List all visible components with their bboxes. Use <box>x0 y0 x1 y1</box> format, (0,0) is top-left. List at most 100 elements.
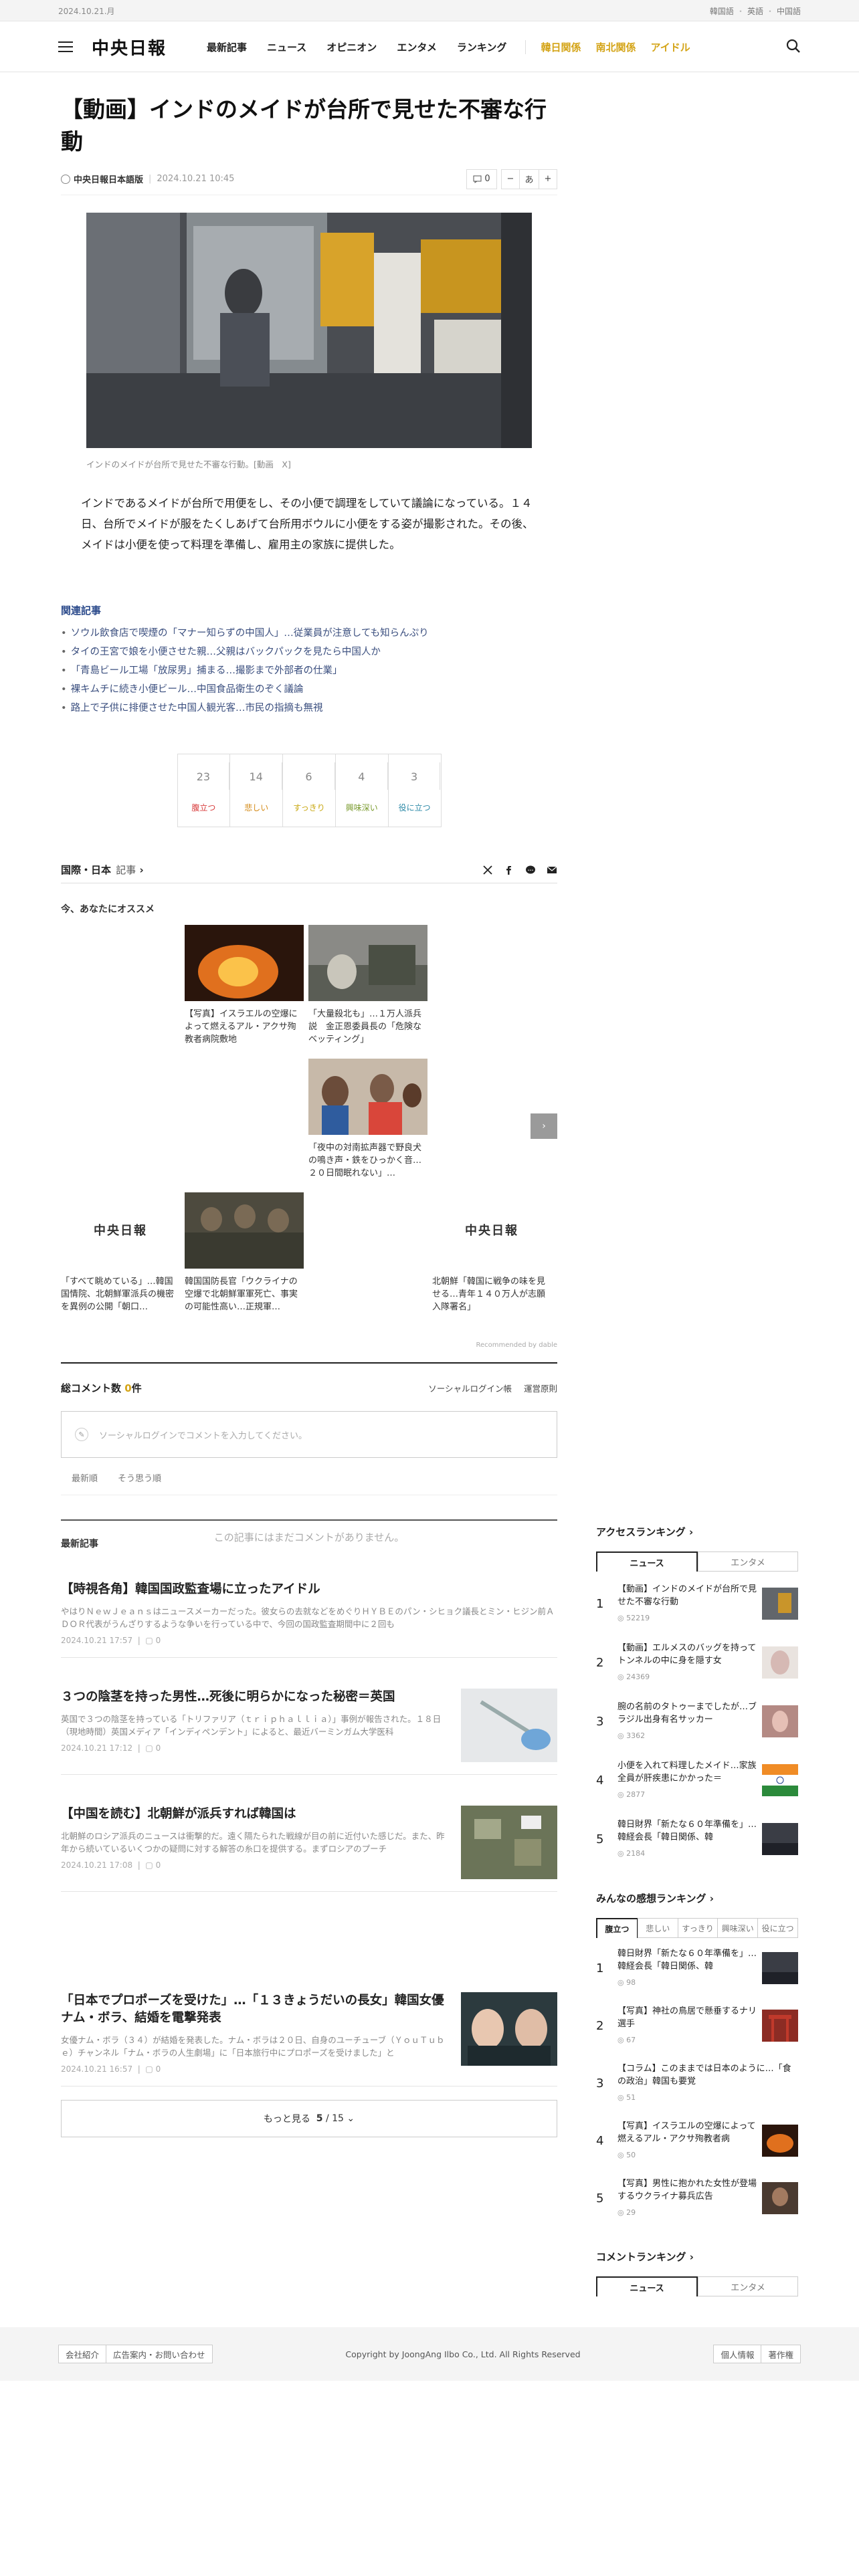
comment-count-button[interactable]: 0 <box>466 169 497 189</box>
access-ranking-heading[interactable]: アクセスランキング › <box>596 1525 798 1541</box>
emotion-ranking-tabs: 腹立つ 悲しい すっきり 興味深い 役に立つ <box>596 1918 798 1938</box>
reaction-helpful[interactable]: 3 役に立つ <box>389 754 441 827</box>
ranking-item[interactable]: 4 小便を入れて料理したメイド…家族全員が肝疾患にかかった＝ ◎ 2877 <box>596 1751 798 1810</box>
recommend-thumb <box>308 925 427 1001</box>
recommend-item[interactable]: 「大量殺北も」…１万人派兵説 金正恩委員長の「危険なベッティング」 <box>308 925 427 1046</box>
emotion-ranking-heading[interactable]: みんなの感想ランキング › <box>596 1891 798 1907</box>
copyright-policy-link[interactable]: 著作権 <box>761 2345 801 2363</box>
top-bar: 2024.10.21.月 韓国語・ 英語・ 中国語 <box>0 0 859 21</box>
ranking-item[interactable]: 4 【写真】イスラエルの空爆によって燃えるアル・アクサ殉教者病 ◎ 50 <box>596 2112 798 2169</box>
sort-newest[interactable]: 最新順 <box>72 1471 98 1484</box>
related-item[interactable]: タイの王宮で娘を小便させた親…父親はバックパックを見たら中国人か <box>61 643 557 661</box>
menu-icon[interactable] <box>58 41 73 52</box>
carousel-next-button[interactable]: › <box>531 1113 557 1139</box>
comment-ranking-heading[interactable]: コメントランキング › <box>596 2250 798 2266</box>
tab-news[interactable]: ニュース <box>596 1551 698 1572</box>
nav-ranking[interactable]: ランキング <box>457 40 507 54</box>
tab-news[interactable]: ニュース <box>596 2276 698 2296</box>
latest-item[interactable]: 「日本でプロポーズを受けた」…「１３きょうだいの長女」韓国女優ナム・ボラ、結婚を… <box>61 1892 557 2086</box>
nav-entertainment[interactable]: エンタメ <box>397 40 437 54</box>
nav-opinion[interactable]: オピニオン <box>326 40 377 54</box>
recommend-item[interactable]: 「夜中の対南拡声器で野良犬の鳴き声・鉄をひっかく音…２０日間眠れない」… <box>308 1059 427 1180</box>
tab-interesting[interactable]: 興味深い <box>717 1918 759 1938</box>
comment-icon <box>473 175 482 183</box>
ranking-item[interactable]: 2 【動画】エルメスのバッグを持ってトンネルの中に身を隠す女 ◎ 24369 <box>596 1633 798 1692</box>
font-decrease-button[interactable]: − <box>501 169 520 189</box>
privacy-link[interactable]: 個人情報 <box>713 2345 762 2363</box>
article: 【動画】インドのメイドが台所で見せた不審な行動 中央日報日本語版 | 2024.… <box>61 94 557 1582</box>
access-ranking-list: 1 【動画】インドのメイドが台所で見せた不審な行動 ◎ 52219 2 【動画】エルメ… <box>596 1574 798 1868</box>
email-share-icon[interactable] <box>547 865 557 875</box>
article-body: インドであるメイドが台所で用便をし、その小便で調理をしていて議論になっている。１… <box>81 497 534 551</box>
lang-chinese[interactable]: 中国語 <box>777 5 801 17</box>
tab-entertainment[interactable]: エンタメ <box>698 1551 798 1572</box>
related-item[interactable]: 裸キムチに続き小便ビール…中国食品衛生のぞく議論 <box>61 680 557 699</box>
font-increase-button[interactable]: + <box>539 169 557 189</box>
emotion-ranking-list: 1 韓日財界「新たな６０年準備を」…韓経会長「韓日関係、韓 ◎ 98 2 【写真】神社… <box>596 1939 798 2227</box>
share-buttons: ••• <box>482 865 557 875</box>
recommend-item[interactable]: 中央日報 「すべて眺めている」…韓国国情院、北朝鮮軍派兵の機密を異例の公開「朝口… <box>61 1192 180 1313</box>
line-share-icon[interactable]: ••• <box>525 865 536 875</box>
lang-korean[interactable]: 韓国語 <box>710 5 734 17</box>
related-item[interactable]: 路上で子供に排便させた中国人観光客…市民の指摘も無視 <box>61 699 557 718</box>
latest-item[interactable]: 【中国を読む】北朝鮮が派兵すれば韓国は 北朝鮮のロシア派兵のニュースは衝撃的だ。… <box>61 1775 557 1892</box>
ranking-item[interactable]: 1 【動画】インドのメイドが台所で見せた不審な行動 ◎ 52219 <box>596 1574 798 1633</box>
reaction-angry[interactable]: 23 腹立つ <box>178 754 231 827</box>
nav-idol[interactable]: アイドル <box>650 40 690 54</box>
ranking-item[interactable]: 3 腕の名前のタトゥーまでしたが…ブラジル出身有名サッカー ◎ 3362 <box>596 1692 798 1751</box>
article-meta: 中央日報日本語版 | 2024.10.21 10:45 0 − あ + <box>61 169 557 195</box>
ranking-item[interactable]: 3 【コラム】このままでは日本のように…「食の政治」韓国も要覚 ◎ 51 <box>596 2054 798 2112</box>
rules-link[interactable]: 運営原則 <box>524 1382 557 1394</box>
copyright: Copyright by JoongAng Ilbo Co., Ltd. All… <box>345 2349 581 2359</box>
comment-total: 総コメント数 0件 <box>61 1382 142 1394</box>
nav-korea-japan[interactable]: 韓日関係 <box>541 40 581 54</box>
section-link[interactable]: 国際・日本 記事 › <box>61 863 144 877</box>
recommend-thumb <box>308 1059 427 1135</box>
comment-sort: 最新順 そう思う順 <box>61 1471 557 1495</box>
svg-text:•••: ••• <box>528 869 534 873</box>
x-share-icon[interactable] <box>482 865 493 875</box>
nav-news[interactable]: ニュース <box>267 40 306 54</box>
recommend-item[interactable]: 中央日報 北朝鮮「韓国に戦争の味を見せる…青年１４０万人が志願入隊署名」 <box>432 1192 551 1313</box>
nav-latest[interactable]: 最新記事 <box>207 40 247 54</box>
company-info-link[interactable]: 会社紹介 <box>58 2345 107 2363</box>
site-logo[interactable]: 中央日報 <box>92 35 167 60</box>
tab-helpful[interactable]: 役に立つ <box>757 1918 798 1938</box>
load-more-button[interactable]: もっと見る 5 / 15 ⌄ <box>61 2100 557 2137</box>
reaction-sad[interactable]: 14 悲しい <box>230 754 284 827</box>
search-icon[interactable] <box>786 39 801 53</box>
ranking-item[interactable]: 5 韓日財界「新たな６０年準備を」…韓経会長「韓日関係、韓 ◎ 2184 <box>596 1810 798 1868</box>
tab-sad[interactable]: 悲しい <box>637 1918 678 1938</box>
recommend-heading: 今、あなたにオススメ <box>61 904 155 915</box>
reaction-refreshing[interactable]: 6 すっきり <box>283 754 336 827</box>
latest-item[interactable]: 【時視各角】韓国国政監査場に立ったアイドル やはりＮｅｗＪｅａｎｓはニュースメー… <box>61 1550 557 1658</box>
kitchen-video-still[interactable] <box>86 213 532 448</box>
lang-english[interactable]: 英語 <box>747 5 763 17</box>
latest-item[interactable]: ３つの陰茎を持った男性…死後に明らかになった秘密＝英国 英国で３つの陰茎を持って… <box>61 1658 557 1775</box>
reaction-interesting[interactable]: 4 興味深い <box>336 754 389 827</box>
recommend-thumb <box>185 925 304 1001</box>
recommend-item[interactable]: 韓国国防長官「ウクライナの空爆で北朝鮮軍軍死亡、事実の可能性高い…正規軍… <box>185 1192 304 1313</box>
access-ranking-tabs: ニュース エンタメ <box>596 1551 798 1572</box>
ranking-item[interactable]: 5 【写真】男性に抱かれた女性が登場するウクライナ募兵広告 ◎ 29 <box>596 2169 798 2227</box>
facebook-share-icon[interactable] <box>504 865 514 875</box>
comment-input[interactable]: ✎ ソーシャルログインでコメントを入力してください。 <box>61 1411 557 1458</box>
tab-angry[interactable]: 腹立つ <box>596 1918 638 1938</box>
article-source[interactable]: 中央日報日本語版 <box>61 173 143 185</box>
related-item[interactable]: 「青島ビール工場「放尿男」捕まる…撮影まで外部者の仕業」 <box>61 661 557 680</box>
ad-contact-link[interactable]: 広告案内・お問い合わせ <box>106 2345 213 2363</box>
font-size-label: あ <box>520 169 539 189</box>
nav-north-south[interactable]: 南北関係 <box>595 40 636 54</box>
related-item[interactable]: ソウル飲食店で喫煙の「マナー知らずの中国人」…従業員が注意しても知らんぷり <box>61 624 557 643</box>
social-login-link[interactable]: ソーシャルログイン帳 <box>428 1382 512 1394</box>
sort-agree[interactable]: そう思う順 <box>118 1471 161 1484</box>
recommend-item[interactable]: 【写真】イスラエルの空爆によって燃えるアル・アクサ殉教者病院敷地 <box>185 925 304 1046</box>
reaction-buttons: 23 腹立つ 14 悲しい 6 すっきり 4 興味深い 3 役に立つ <box>177 754 442 827</box>
ranking-item[interactable]: 2 【写真】神社の鳥居で懸垂するナリ選手 ◎ 67 <box>596 1997 798 2054</box>
language-switcher: 韓国語・ 英語・ 中国語 <box>709 5 801 17</box>
current-date: 2024.10.21.月 <box>58 6 115 16</box>
tab-refreshing[interactable]: すっきり <box>677 1918 719 1938</box>
ranking-item[interactable]: 1 韓日財界「新たな６０年準備を」…韓経会長「韓日関係、韓 ◎ 98 <box>596 1939 798 1997</box>
recommend-thumb <box>185 1192 304 1269</box>
tab-entertainment[interactable]: エンタメ <box>698 2276 798 2296</box>
